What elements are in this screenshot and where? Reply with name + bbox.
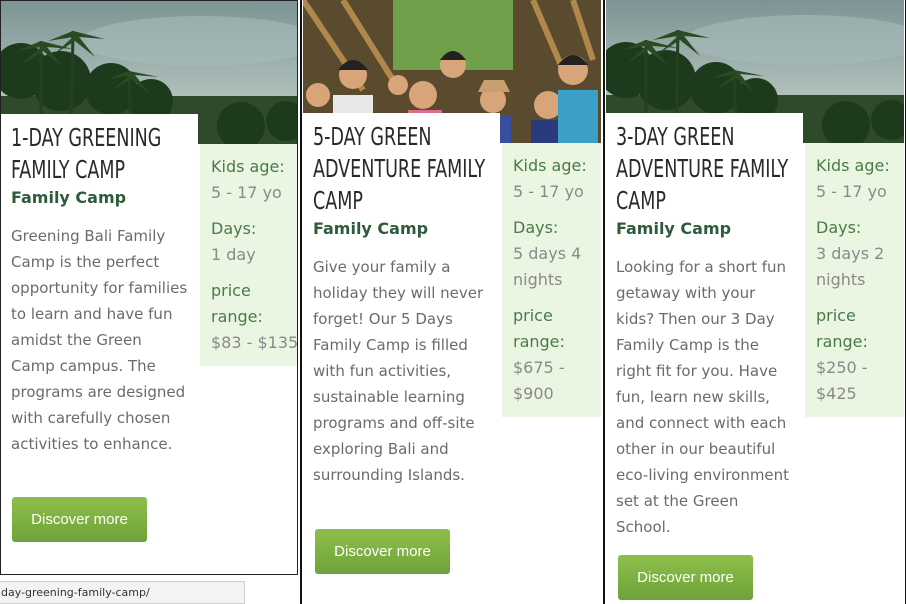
card-subtitle: Family Camp <box>313 219 429 238</box>
price-label: price range: <box>513 306 565 351</box>
column-divider <box>603 0 605 604</box>
column-divider <box>905 0 906 604</box>
card-details-panel: Kids age: 5 - 17 yo Days: 1 day price ra… <box>200 144 298 366</box>
kids-age-value: 5 - 17 yo <box>211 183 282 202</box>
column-divider <box>300 0 302 604</box>
discover-more-button[interactable]: Discover more <box>12 497 147 542</box>
days-value: 1 day <box>211 245 256 264</box>
card-subtitle: Family Camp <box>11 188 127 207</box>
camp-card-1: 1-Day Greening Family Camp Family Camp G… <box>0 0 298 575</box>
card-info: 5-Day Green Adventure Family Camp Family… <box>303 113 500 488</box>
price-value: $675 - $900 <box>513 358 565 403</box>
kids-age-label: Kids age: <box>816 156 890 175</box>
card-subtitle: Family Camp <box>616 219 732 238</box>
days-value: 5 days 4 nights <box>513 244 582 289</box>
kids-age-label: Kids age: <box>513 156 587 175</box>
days-value: 3 days 2 nights <box>816 244 885 289</box>
camp-card-2: 5-Day Green Adventure Family Camp Family… <box>303 0 601 600</box>
discover-more-button[interactable]: Discover more <box>618 555 753 600</box>
card-description: Looking for a short fun getaway with you… <box>616 258 790 536</box>
price-label: price range: <box>816 306 868 351</box>
days-label: Days: <box>513 218 559 237</box>
card-info: 1-Day Greening Family Camp Family Camp G… <box>1 114 198 457</box>
kids-age-value: 5 - 17 yo <box>513 182 584 201</box>
discover-more-button[interactable]: Discover more <box>315 529 450 574</box>
kids-age-value: 5 - 17 yo <box>816 182 887 201</box>
days-label: Days: <box>211 219 257 238</box>
card-info: 3-Day Green Adventure Family Camp Family… <box>606 113 803 540</box>
card-title: 1-Day Greening Family Camp <box>11 123 162 184</box>
card-description: Greening Bali Family Camp is the perfect… <box>11 227 188 453</box>
card-description: Give your family a holiday they will nev… <box>313 258 484 484</box>
price-label: price range: <box>211 281 263 326</box>
link-status-bar: day-greening-family-camp/ <box>0 581 245 604</box>
price-value: $250 - $425 <box>816 358 868 403</box>
price-value: $83 - $135 <box>211 333 298 352</box>
card-details-panel: Kids age: 5 - 17 yo Days: 5 days 4 night… <box>502 143 601 417</box>
card-details-panel: Kids age: 5 - 17 yo Days: 3 days 2 night… <box>805 143 904 417</box>
camp-card-3: 3-Day Green Adventure Family Camp Family… <box>606 0 904 600</box>
card-title: 3-Day Green Adventure Family Camp <box>616 122 789 215</box>
kids-age-label: Kids age: <box>211 157 285 176</box>
card-title: 5-Day Green Adventure Family Camp <box>313 122 486 215</box>
days-label: Days: <box>816 218 862 237</box>
